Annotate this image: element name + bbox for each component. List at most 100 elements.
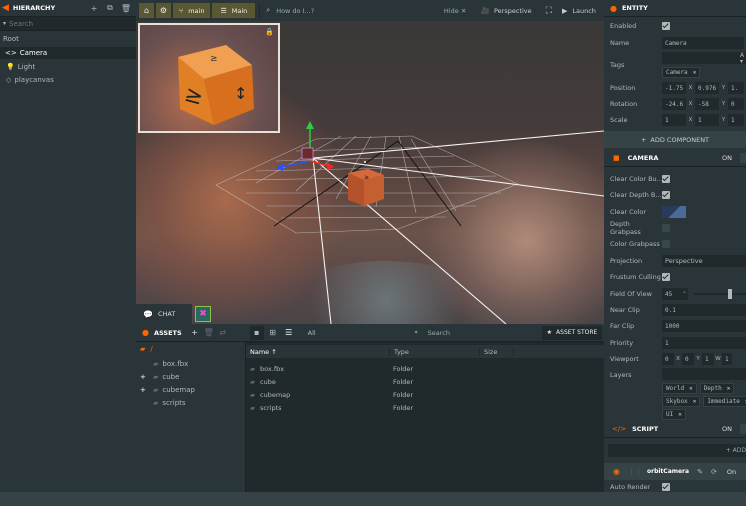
fov-slider[interactable] [694, 289, 746, 299]
lock-icon[interactable]: 🔒 [265, 28, 274, 36]
hierarchy-root[interactable]: Root [3, 35, 19, 43]
layer-chip[interactable]: World ✕ [662, 383, 697, 394]
add-entity-icon[interactable]: + [87, 1, 101, 15]
script-toggle[interactable]: ON [722, 425, 732, 433]
name-field[interactable] [662, 37, 744, 49]
enabled-checkbox[interactable] [662, 22, 670, 30]
viewport-y[interactable] [682, 353, 694, 365]
far-clip-field[interactable] [662, 320, 746, 332]
remove-layer-icon[interactable]: ✕ [693, 398, 697, 405]
tags-input[interactable]: A [662, 52, 746, 64]
auto-render-checkbox[interactable] [662, 483, 670, 491]
col-name[interactable]: Name ↑ [246, 347, 390, 356]
layer-chip[interactable]: Depth ✕ [699, 383, 735, 394]
scale-x[interactable] [662, 114, 686, 126]
remove-layer-icon[interactable]: ✕ [689, 385, 693, 392]
table-row[interactable]: ▰ cube Folder [246, 375, 604, 388]
table-row[interactable]: ▰ scripts Folder [246, 401, 604, 414]
tree-root[interactable]: ▰ / [140, 345, 153, 353]
add-component-button[interactable]: + ADD COMPONENT [604, 131, 746, 148]
script-toggle-switch[interactable] [740, 424, 746, 434]
viewport-h[interactable] [722, 353, 732, 365]
duplicate-icon[interactable]: ⧉ [103, 1, 117, 15]
table-row[interactable]: ▰ cubemap Folder [246, 388, 604, 401]
fov-slider-handle[interactable] [728, 289, 732, 299]
tree-expander[interactable]: + [140, 386, 150, 394]
refresh-icon[interactable]: ⇄ [216, 326, 230, 340]
frustum-culling-checkbox[interactable] [662, 273, 670, 281]
rotation-x[interactable] [662, 98, 686, 110]
tree-item[interactable]: + ▰ cubemap [140, 384, 195, 396]
depth-grabpass-checkbox[interactable] [662, 224, 670, 232]
hierarchy-search[interactable]: ▾ [0, 17, 136, 31]
tree-item[interactable]: + ▰ cube [140, 371, 179, 383]
priority-field[interactable] [662, 337, 746, 349]
perspective-button[interactable]: 🎥 Perspective [481, 3, 531, 18]
settings-button[interactable]: ⚙ [156, 3, 171, 18]
remove-tag-icon[interactable]: ✕ [693, 69, 697, 76]
remove-layer-icon[interactable]: ✕ [678, 411, 682, 418]
hide-help-button[interactable]: Hide ✕ [444, 7, 466, 15]
position-z[interactable] [728, 82, 744, 94]
branch-button[interactable]: ⑂ main [173, 3, 211, 18]
remove-layer-icon[interactable]: ✕ [727, 385, 731, 392]
position-x[interactable] [662, 82, 686, 94]
near-clip-field[interactable] [662, 304, 746, 316]
orbit-camera-toggle[interactable]: On [727, 468, 736, 476]
table-row[interactable]: ▰ box.fbx Folder [246, 362, 604, 375]
add-asset-icon[interactable]: + [188, 326, 202, 340]
clear-color-swatch[interactable] [662, 206, 686, 218]
scale-z[interactable] [728, 114, 744, 126]
scale-y[interactable] [695, 114, 719, 126]
user-avatar[interactable]: ✖ [195, 306, 211, 322]
viewport-x[interactable] [662, 353, 674, 365]
asset-store-button[interactable]: ★ ASSET STORE [541, 325, 603, 340]
layers-input[interactable] [662, 368, 746, 380]
help-search[interactable]: ⌕ How do I...? Hide ✕ [259, 3, 473, 18]
tree-item[interactable]: ▰ scripts [140, 397, 186, 409]
viewport-w[interactable] [702, 353, 714, 365]
hierarchy-item-light[interactable]: 💡 Light [0, 61, 35, 73]
refresh-script-icon[interactable]: ⟳ [711, 468, 717, 476]
tree-expander[interactable]: + [140, 373, 150, 381]
position-y[interactable] [695, 82, 719, 94]
layer-chip[interactable]: UI ✕ [662, 409, 686, 420]
asset-filter[interactable]: All ▾ [308, 327, 418, 339]
chat-widget[interactable]: 💬 CHAT [136, 304, 192, 324]
details-view-icon[interactable]: ▪ [249, 325, 264, 340]
hierarchy-item-playcanvas[interactable]: ◇ playcanvas [0, 74, 54, 86]
hierarchy-panel: ◀ HIERARCHY + ⧉ 🗑 ▾ Root <> Camera 💡 Lig… [0, 0, 136, 492]
viewport-canvas[interactable]: ≥ ≥ ↕ ≥ 🔒 💬 CHAT ✖ [136, 21, 604, 324]
delete-icon[interactable]: 🗑 [119, 1, 133, 15]
add-script-button[interactable]: + ADD [608, 444, 746, 457]
col-size[interactable]: Size [480, 347, 514, 356]
gizmo-button[interactable]: ⛶ [546, 6, 552, 16]
tree-item[interactable]: ▰ box.fbx [140, 358, 188, 370]
rotation-z[interactable] [728, 98, 744, 110]
camera-toggle-switch[interactable] [740, 153, 746, 163]
color-grabpass-checkbox[interactable] [662, 240, 670, 248]
rotation-y[interactable] [695, 98, 719, 110]
home-button[interactable]: ⌂ [139, 3, 154, 18]
dropdown-icon[interactable]: ▾ [740, 58, 743, 65]
delete-asset-icon[interactable]: 🗑 [202, 326, 216, 340]
drag-handle-icon[interactable]: ⋮⋮ [628, 468, 642, 476]
camera-toggle[interactable]: ON [722, 154, 732, 162]
fov-field[interactable]: 45 ⌃ [662, 288, 688, 300]
edit-icon[interactable]: ✎ [697, 468, 703, 476]
clear-color-buffer-checkbox[interactable] [662, 175, 670, 183]
hierarchy-item-camera[interactable]: <> Camera [0, 47, 136, 59]
asset-search[interactable]: Search [425, 326, 536, 339]
scene-button[interactable]: ☰ Main [212, 3, 256, 18]
clear-depth-buffer-checkbox[interactable] [662, 191, 670, 199]
launch-button[interactable]: ▶ Launch [562, 3, 596, 18]
layer-chip[interactable]: Immediate✕ [703, 396, 746, 407]
list-view-icon[interactable]: ☰ [282, 326, 296, 340]
hierarchy-search-input[interactable] [6, 17, 127, 30]
tag-chip[interactable]: Camera ✕ [662, 67, 701, 78]
camera-preview[interactable]: ≥ ↕ ≥ 🔒 [138, 23, 280, 133]
projection-select[interactable]: Perspective [662, 255, 746, 267]
layer-chip[interactable]: Skybox ✕ [662, 396, 701, 407]
col-type[interactable]: Type [390, 347, 480, 356]
grid-view-icon[interactable]: ⊞ [266, 326, 280, 340]
